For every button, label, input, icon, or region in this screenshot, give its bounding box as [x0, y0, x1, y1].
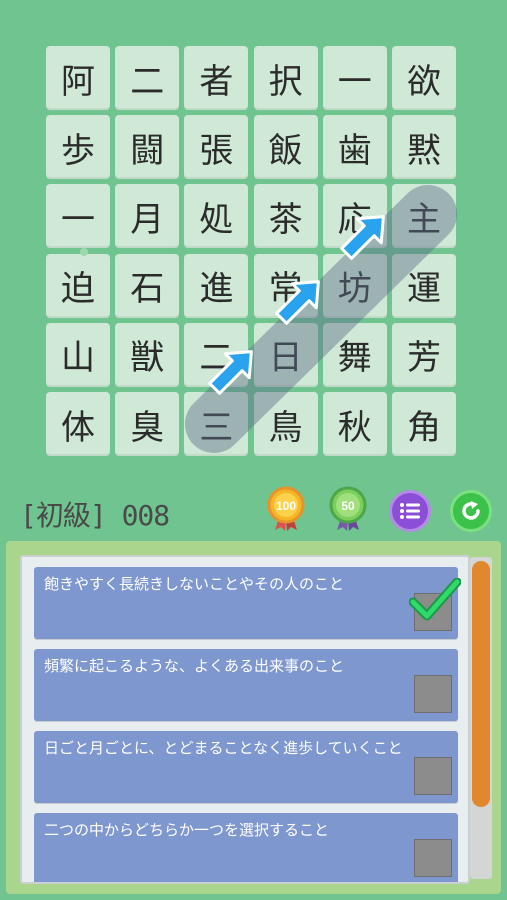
kanji-cell[interactable]: 闘: [115, 115, 180, 180]
list-icon: [400, 503, 420, 519]
kanji-cell[interactable]: 秋: [322, 392, 387, 456]
level-label: [初級] 008: [20, 499, 170, 532]
clue-text: 飽きやすく長続きしないことやその人のこと: [44, 575, 345, 593]
clue-checkbox[interactable]: [409, 578, 461, 631]
refresh-icon: [462, 501, 480, 520]
clue-text: 日ごと月ごとに、とどまることなく進歩していくこと: [44, 739, 403, 757]
kanji-cell[interactable]: 臭: [115, 392, 180, 456]
medal-silver-icon: 50: [329, 486, 367, 531]
clue-item[interactable]: 頻繁に起こるような、よくある出来事のこと: [34, 649, 458, 721]
kanji-cell[interactable]: 者: [184, 46, 249, 110]
kanji-cell[interactable]: 鳥: [253, 392, 318, 456]
kanji-cell[interactable]: 一: [46, 184, 110, 249]
kanji-cell[interactable]: 迫: [46, 253, 110, 318]
kanji-cell[interactable]: 歩: [46, 115, 110, 180]
clue-item[interactable]: 二つの中からどちらか一つを選択すること: [34, 813, 458, 882]
clue-text: 頻繁に起こるような、よくある出来事のこと: [44, 657, 345, 675]
kanji-cell[interactable]: 歯: [322, 115, 387, 180]
kanji-cell[interactable]: 山: [46, 322, 110, 387]
kanji-cell[interactable]: 茶: [253, 184, 318, 249]
clue-checkbox[interactable]: [414, 675, 452, 713]
scrollbar[interactable]: [470, 557, 492, 879]
kanji-cell[interactable]: 石: [115, 253, 180, 318]
kanji-cell[interactable]: 応: [322, 184, 387, 249]
kanji-cell[interactable]: 芳: [392, 322, 456, 387]
kanji-cell[interactable]: 獣: [115, 322, 180, 387]
kanji-cell[interactable]: 日: [253, 322, 318, 387]
kanji-cell[interactable]: 張: [184, 115, 249, 180]
kanji-cell[interactable]: 一: [322, 46, 387, 110]
scrollbar-thumb[interactable]: [472, 561, 490, 807]
clue-checkbox[interactable]: [414, 757, 452, 795]
clue-checkbox[interactable]: [414, 839, 452, 877]
kanji-cell[interactable]: 常: [253, 253, 318, 318]
kanji-grid: 阿二者択一欲歩闘張飯歯黙一月処茶応主迫石進常坊運山獣二日舞芳体臭三鳥秋角: [46, 46, 462, 462]
clue-item[interactable]: 飽きやすく長続きしないことやその人のこと: [34, 567, 461, 639]
kanji-cell[interactable]: 運: [392, 253, 456, 318]
kanji-cell[interactable]: 欲: [392, 46, 456, 110]
svg-text:100: 100: [276, 499, 296, 513]
clue-text: 二つの中からどちらか一つを選択すること: [44, 821, 330, 839]
kanji-cell[interactable]: 角: [392, 392, 456, 456]
kanji-cell[interactable]: 黙: [392, 115, 456, 180]
menu-button[interactable]: [389, 490, 431, 532]
kanji-cell[interactable]: 二: [184, 322, 249, 387]
kanji-cell[interactable]: 進: [184, 253, 249, 318]
kanji-cell[interactable]: 飯: [253, 115, 318, 180]
kanji-cell[interactable]: 阿: [46, 46, 110, 110]
kanji-cell[interactable]: 処: [184, 184, 249, 249]
medal-gold-icon: 100: [267, 486, 305, 531]
kanji-cell[interactable]: 月: [115, 184, 180, 249]
clue-item[interactable]: 日ごと月ごとに、とどまることなく進歩していくこと: [34, 731, 458, 803]
svg-text:50: 50: [341, 499, 355, 513]
kanji-cell[interactable]: 二: [115, 46, 180, 110]
kanji-cell[interactable]: 坊: [322, 253, 387, 318]
kanji-cell[interactable]: 舞: [322, 322, 387, 387]
kanji-cell[interactable]: 三: [184, 392, 249, 456]
kanji-cell[interactable]: 択: [253, 46, 318, 110]
medal-gold-button[interactable]: 100: [265, 486, 307, 531]
refresh-button[interactable]: [450, 490, 492, 532]
medal-silver-button[interactable]: 50: [327, 486, 369, 531]
clue-list[interactable]: 飽きやすく長続きしないことやその人のこと 頻繁に起こるような、よくある出来事のこと…: [20, 555, 470, 884]
kanji-cell[interactable]: 体: [46, 392, 110, 456]
kanji-cell[interactable]: 主: [392, 184, 456, 249]
checkmark-icon: [409, 578, 461, 621]
